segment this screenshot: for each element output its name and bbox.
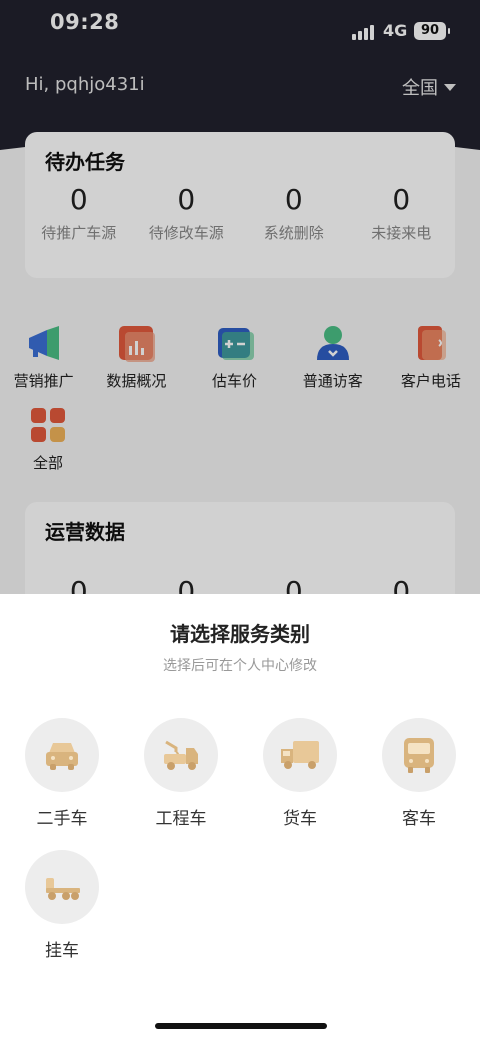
option-label: 工程车 [155, 809, 207, 829]
option-truck[interactable]: 货车 [250, 718, 350, 829]
home-indicator[interactable] [155, 1023, 327, 1029]
option-label: 挂车 [45, 941, 79, 961]
bus-icon [382, 718, 456, 792]
sheet-title: 请选择服务类别 [170, 622, 310, 646]
option-used-car[interactable]: 二手车 [12, 718, 112, 829]
car-icon [25, 718, 99, 792]
truck-icon [263, 718, 337, 792]
tow-truck-icon [144, 718, 218, 792]
sheet-subtitle: 选择后可在个人中心修改 [163, 658, 317, 674]
option-engineering-vehicle[interactable]: 工程车 [131, 718, 231, 829]
option-label: 货车 [283, 809, 317, 829]
option-trailer[interactable]: 挂车 [12, 850, 112, 961]
option-label: 客车 [402, 809, 436, 829]
option-label: 二手车 [36, 809, 88, 829]
service-category-sheet: 请选择服务类别 选择后可在个人中心修改 二手车 工程车 货车 客车 挂车 [0, 594, 480, 1038]
trailer-icon [25, 850, 99, 924]
option-bus[interactable]: 客车 [369, 718, 469, 829]
